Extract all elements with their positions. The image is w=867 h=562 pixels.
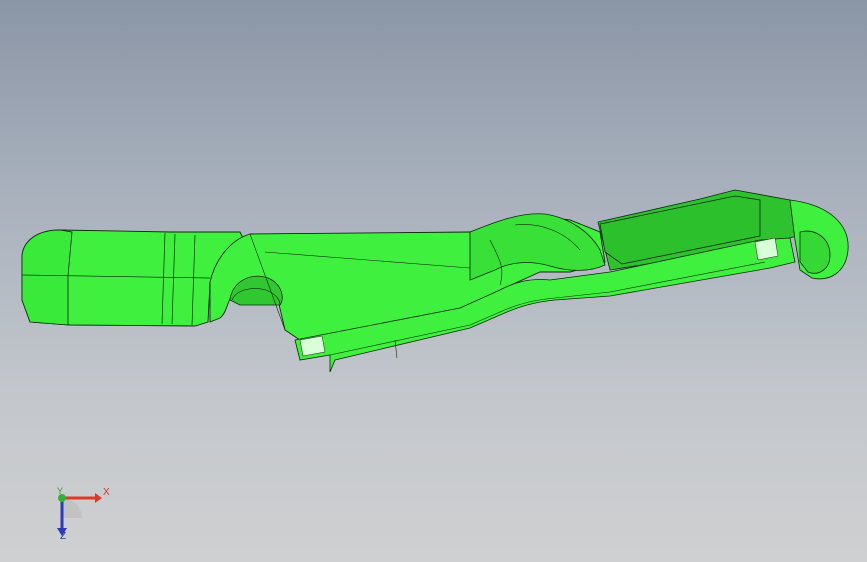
green-part-model[interactable]: [0, 0, 867, 562]
part-highlight-right: [754, 237, 779, 261]
x-axis-label: X: [103, 487, 110, 498]
part-left-cap: [21, 229, 73, 326]
coordinate-triad: X Y Z: [40, 478, 130, 548]
graphics-viewport[interactable]: X Y Z: [0, 0, 867, 562]
z-axis-label: Z: [60, 531, 67, 542]
triad-icon: [57, 493, 102, 536]
y-axis-label: Y: [57, 486, 64, 496]
